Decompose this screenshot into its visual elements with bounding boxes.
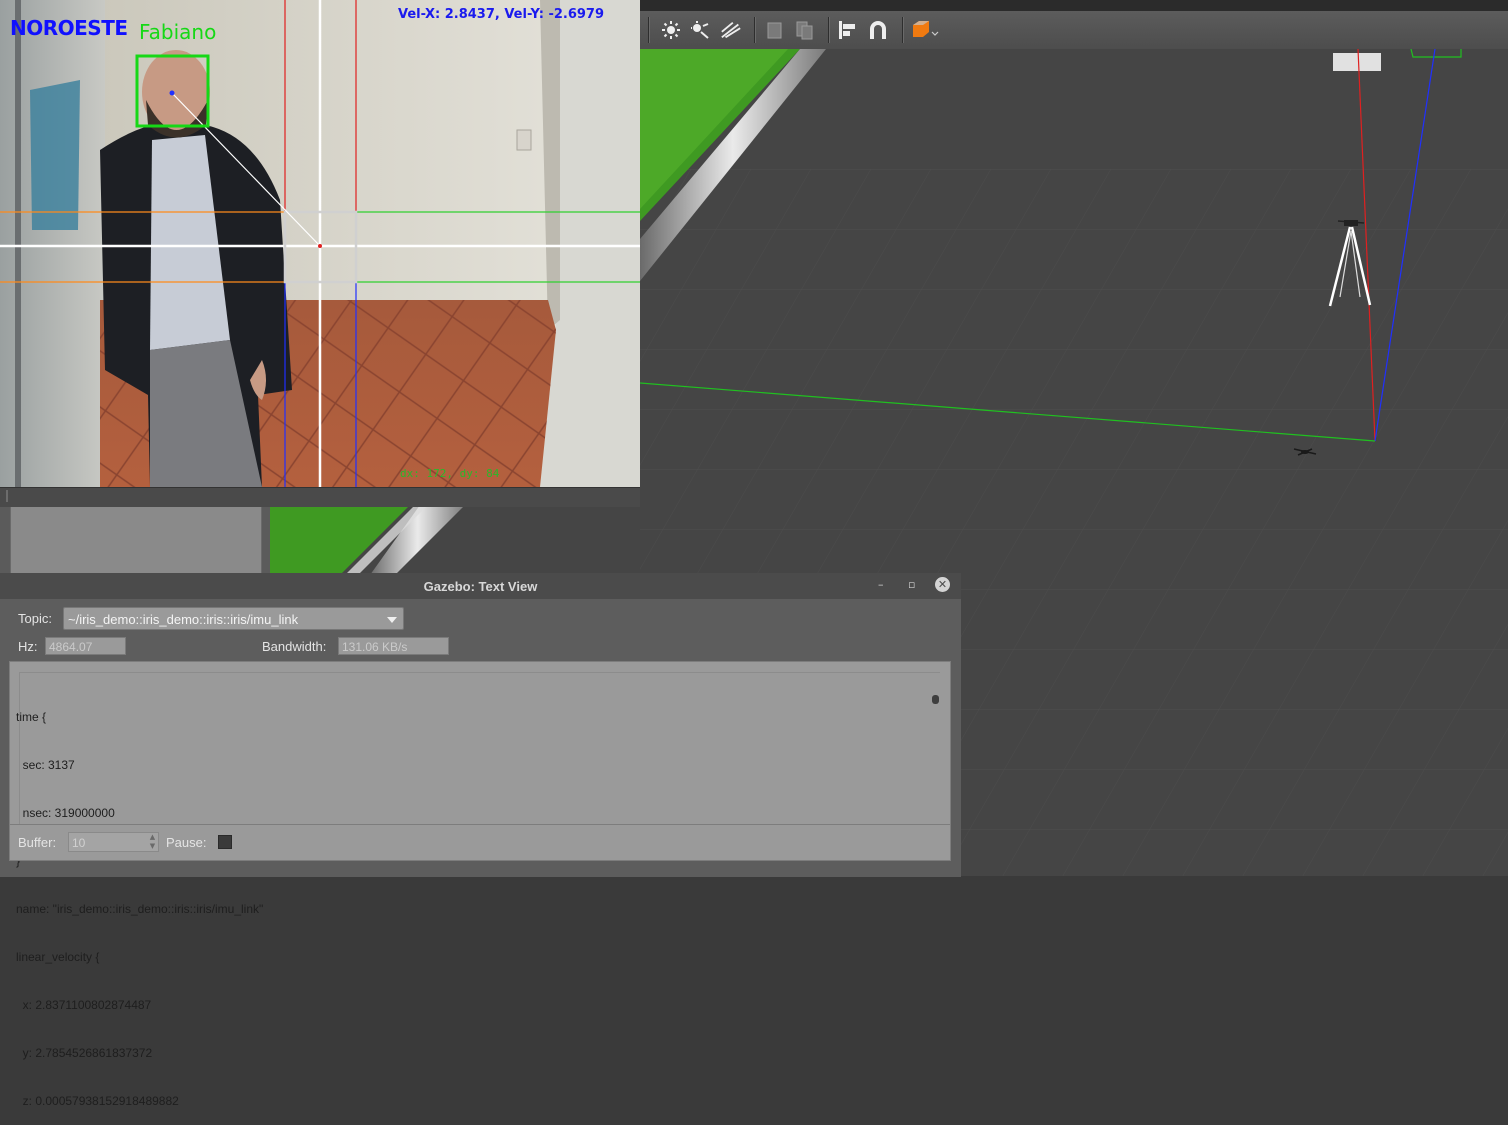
buffer-spinbox[interactable]: 10 bbox=[68, 832, 159, 852]
buffer-label: Buffer: bbox=[18, 835, 57, 850]
camera-status-bar bbox=[0, 487, 640, 507]
copy-glyph bbox=[767, 22, 782, 39]
scrollbar-handle[interactable] bbox=[932, 695, 939, 704]
wall-outlet bbox=[516, 129, 532, 151]
minimize-button[interactable]: – bbox=[878, 578, 884, 591]
toolbar-separator bbox=[648, 17, 650, 43]
view-angle-glyph bbox=[913, 21, 939, 37]
message-line: time { bbox=[16, 710, 47, 724]
paste-glyph bbox=[796, 21, 813, 40]
copy-icon[interactable] bbox=[764, 19, 786, 41]
spot-light-icon[interactable] bbox=[720, 19, 742, 41]
sun-light-icon[interactable] bbox=[660, 19, 682, 41]
message-line: z: 0.00057938152918489882 bbox=[16, 1094, 179, 1108]
align-icon[interactable] bbox=[836, 19, 858, 41]
light-glare bbox=[1333, 53, 1381, 71]
view-angle-icon[interactable] bbox=[910, 19, 940, 41]
topic-select-value: ~/iris_demo::iris_demo::iris::iris/imu_l… bbox=[68, 612, 299, 627]
frame-marker bbox=[1410, 49, 1462, 58]
restore-button[interactable]: ▫ bbox=[908, 578, 915, 591]
hz-value-field: 4864.07 bbox=[45, 637, 126, 655]
status-bar-grip bbox=[6, 490, 8, 502]
paste-icon[interactable] bbox=[794, 19, 816, 41]
camera-feed: NOROESTE Fabiano Vel-X: 2.8437, Vel-Y: -… bbox=[0, 0, 640, 487]
pause-label: Pause: bbox=[166, 835, 207, 850]
direction-label: NOROESTE bbox=[10, 16, 128, 40]
hz-label: Hz: bbox=[18, 639, 38, 654]
message-line: sec: 3137 bbox=[16, 758, 75, 772]
align-glyph bbox=[839, 21, 855, 39]
point-light-icon[interactable] bbox=[690, 19, 712, 41]
pause-checkbox[interactable] bbox=[218, 835, 232, 849]
delta-readout: dx: 172, dy: 84 bbox=[400, 467, 500, 480]
message-line: x: 2.8371100802874487 bbox=[16, 998, 152, 1012]
message-line: y: 2.7854526861837372 bbox=[16, 1046, 153, 1060]
message-line: name: "iris_demo::iris_demo::iris::iris/… bbox=[16, 902, 264, 916]
toolbar-separator bbox=[828, 17, 830, 43]
sun-light-glyph bbox=[662, 21, 680, 39]
toolbar-separator bbox=[754, 17, 756, 43]
velocity-readout: Vel-X: 2.8437, Vel-Y: -2.6979 bbox=[398, 7, 605, 22]
message-lines: time { sec: 3137 nsec: 319000000 } name:… bbox=[16, 677, 263, 1125]
text-view-title: Gazebo: Text View bbox=[423, 579, 538, 594]
door-frame bbox=[15, 0, 21, 487]
camera-scene-svg bbox=[0, 0, 640, 487]
snap-magnet-icon[interactable] bbox=[867, 19, 889, 41]
point-light-glyph bbox=[691, 21, 709, 39]
message-line: linear_velocity { bbox=[16, 950, 100, 964]
topic-label: Topic: bbox=[18, 611, 52, 626]
bandwidth-label: Bandwidth: bbox=[262, 639, 327, 654]
left-panel-list[interactable] bbox=[10, 505, 262, 582]
bandwidth-value-field: 131.06 KB/s bbox=[338, 637, 449, 655]
gazebo-toolbar bbox=[640, 11, 1508, 50]
snap-magnet-glyph bbox=[870, 21, 886, 39]
topic-select[interactable]: ~/iris_demo::iris_demo::iris::iris/imu_l… bbox=[63, 607, 404, 630]
close-button[interactable]: ✕ bbox=[935, 577, 950, 592]
hanging-object bbox=[30, 80, 80, 230]
recognized-name-label: Fabiano bbox=[139, 20, 217, 44]
chevron-down-icon bbox=[387, 617, 397, 623]
spot-light-glyph bbox=[721, 21, 741, 39]
message-line: nsec: 319000000 bbox=[16, 806, 115, 820]
camera-window: NOROESTE Fabiano Vel-X: 2.8437, Vel-Y: -… bbox=[0, 0, 640, 507]
toolbar-separator bbox=[902, 17, 904, 43]
spin-arrows-icon[interactable]: ▲ ▼ bbox=[147, 833, 158, 851]
